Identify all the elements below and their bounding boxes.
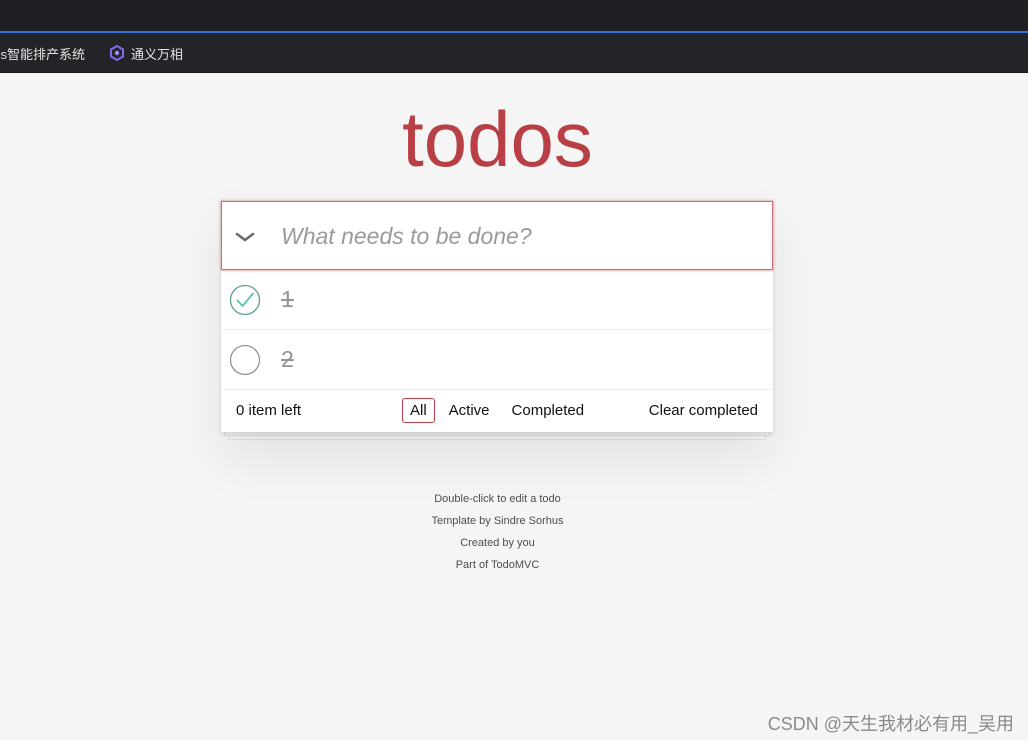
- browser-top-bar: [0, 0, 1028, 31]
- watermark: CSDN @天生我材必有用_吴用: [767, 714, 1014, 734]
- todo-item: 1: [221, 270, 773, 330]
- bookmark-label: 通义万相: [131, 46, 184, 62]
- bookmarks-bar: aps智能排产系统 通义万相: [0, 33, 1028, 73]
- todo-item: 2: [221, 330, 773, 390]
- filter-active[interactable]: Active: [441, 398, 498, 423]
- info-footer: Double-click to edit a todo Template by …: [0, 492, 995, 580]
- info-line: Double-click to edit a todo: [434, 493, 561, 505]
- todo-label[interactable]: 2: [281, 345, 294, 373]
- filter-all[interactable]: All: [402, 398, 435, 423]
- new-todo-row: [221, 201, 773, 270]
- filters: All Active Completed: [402, 398, 592, 423]
- info-line: Created by you: [460, 537, 535, 549]
- checked-circle-icon[interactable]: [229, 284, 261, 316]
- bookmark-tongyi[interactable]: 通义万相: [109, 41, 183, 65]
- info-line: Template by Sindre Sorhus: [431, 515, 564, 527]
- info-line: Part of TodoMVC: [455, 559, 540, 571]
- bookmark-label: aps智能排产系统: [0, 46, 85, 62]
- app-title: todos: [402, 95, 593, 183]
- clear-completed-button[interactable]: Clear completed: [649, 402, 758, 419]
- chevron-down-icon[interactable]: [232, 224, 258, 250]
- tongyi-logo-icon: [110, 45, 124, 61]
- new-todo-input[interactable]: [281, 216, 751, 256]
- bookmark-aps[interactable]: aps智能排产系统: [0, 41, 85, 65]
- todo-app: 1 2 0 item left All Active Completed Cle…: [221, 201, 773, 432]
- todo-footer: 0 item left All Active Completed Clear c…: [221, 390, 773, 432]
- unchecked-circle-icon[interactable]: [229, 344, 261, 376]
- filter-completed[interactable]: Completed: [504, 398, 593, 423]
- todo-count: 0 item left: [236, 402, 302, 419]
- todo-label[interactable]: 1: [281, 285, 294, 313]
